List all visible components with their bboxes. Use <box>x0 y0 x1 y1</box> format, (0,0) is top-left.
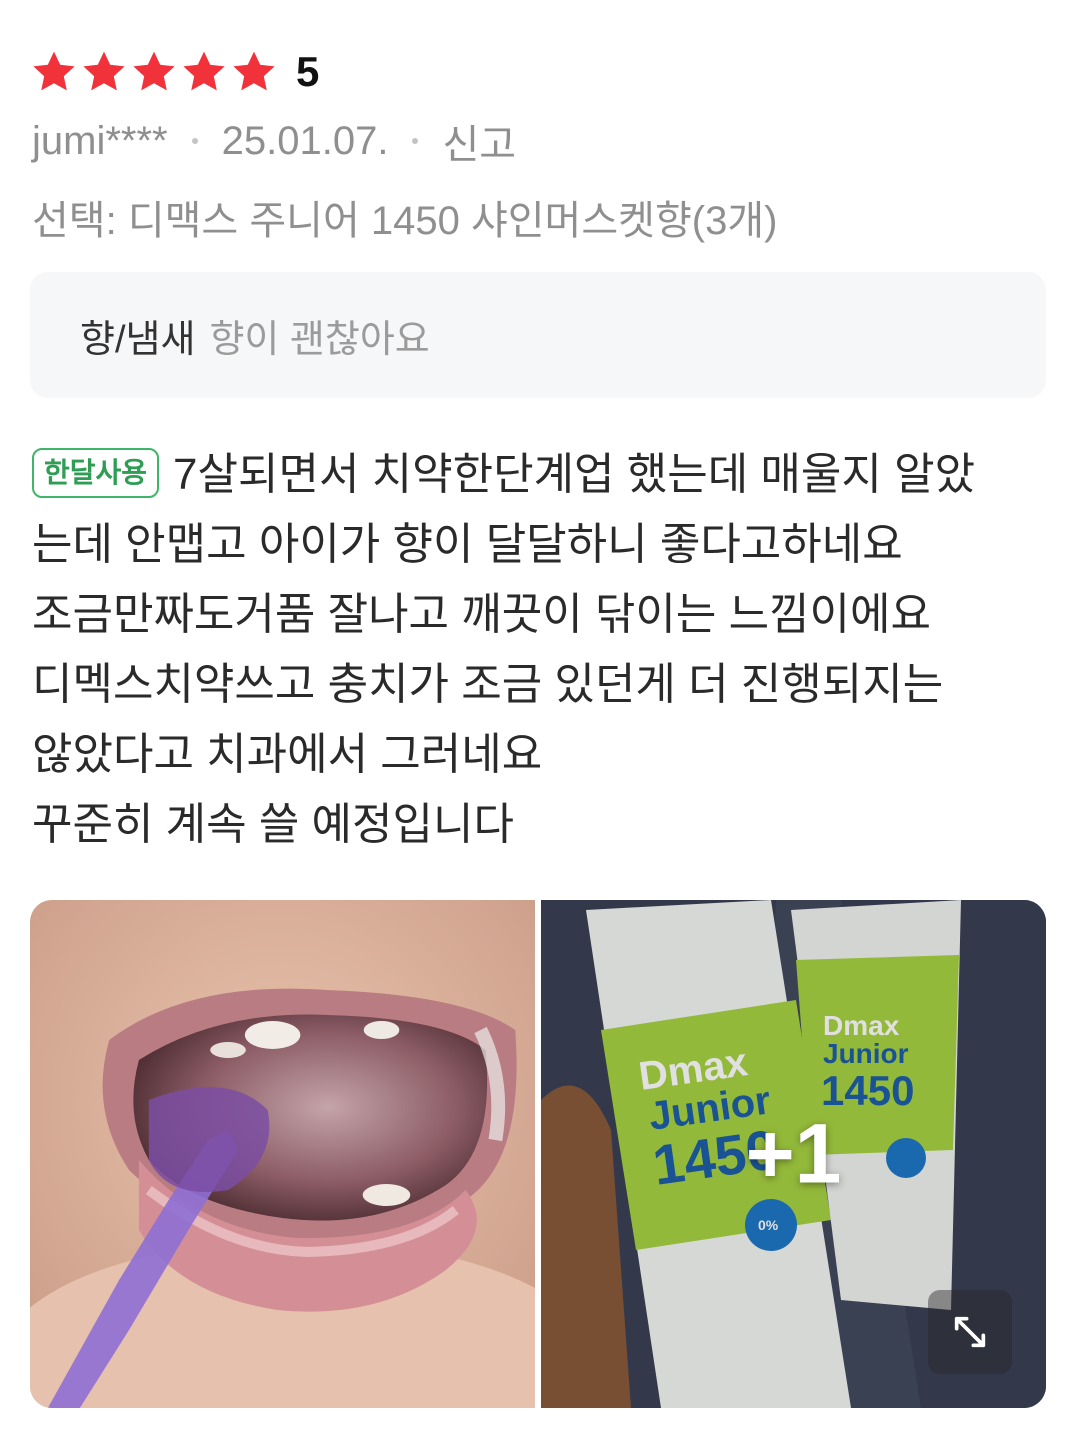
separator-dot <box>191 138 198 144</box>
mouth-photo <box>30 900 535 1408</box>
review-date: 25.01.07. <box>221 118 389 163</box>
review-line: 조금만짜도거품 잘나고 깨끗이 닦이는 느낌이에요 <box>32 590 931 639</box>
star-icon <box>133 51 175 91</box>
review-line: 꾸준히 계속 쓸 예정입니다 <box>32 800 514 849</box>
review-photos: Dmax Junior 1450 0% Dmax Junior 1450 +1 <box>30 900 1046 1408</box>
review-photo-2[interactable]: Dmax Junior 1450 0% Dmax Junior 1450 +1 <box>541 900 1046 1408</box>
report-link[interactable]: 신고 <box>442 112 516 170</box>
author-name: jumi**** <box>32 118 168 163</box>
more-photos-count: +1 <box>745 1106 842 1201</box>
review-meta: jumi**** 25.01.07. 신고 <box>32 112 516 170</box>
selected-option: 선택: 디맥스 주니어 1450 샤인머스켓향(3개) <box>32 199 778 243</box>
separator-dot <box>412 138 419 144</box>
review-line: 한달사용 7살되면서 치약한단계업 했는데 매울지 알았 <box>32 440 1052 510</box>
expand-icon <box>954 1316 986 1348</box>
attribute-value: 향이 괜찮아요 <box>209 318 430 361</box>
attribute-key: 향/냄새 <box>80 318 196 361</box>
star-icon <box>183 51 225 91</box>
star-icon <box>233 51 275 91</box>
attribute-box: 향/냄새 향이 괜찮아요 <box>30 272 1046 398</box>
expand-button[interactable] <box>928 1290 1012 1374</box>
star-icon <box>33 51 75 91</box>
review-photo-1[interactable] <box>30 900 535 1408</box>
usage-badge: 한달사용 <box>32 448 160 499</box>
review-card: 5 jumi**** 25.01.07. 신고 선택: 디맥스 주니어 1450… <box>0 0 1080 1433</box>
star-rating <box>30 48 278 96</box>
review-line: 디멕스치약쓰고 충치가 조금 있던게 더 진행되지는 <box>32 660 944 709</box>
rating-value: 5 <box>296 48 320 95</box>
review-line: 는데 안맵고 아이가 향이 달달하니 좋다고하네요 <box>32 520 903 569</box>
review-text: 한달사용 7살되면서 치약한단계업 했는데 매울지 알았 는데 안맵고 아이가 향… <box>32 440 1052 860</box>
review-line-text: 7살되면서 치약한단계업 했는데 매울지 알았 <box>173 450 976 499</box>
star-icon <box>83 51 125 91</box>
rating-row: 5 <box>30 48 319 96</box>
review-line: 않았다고 치과에서 그러네요 <box>32 730 543 779</box>
